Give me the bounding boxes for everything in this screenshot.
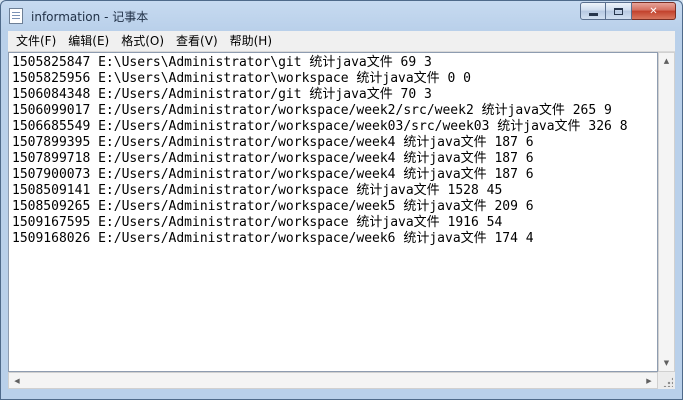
notepad-icon[interactable] [9,8,23,24]
notepad-window: information - 记事本 ✕ 文件(F) 编辑(E) 格式(O) 查看… [0,0,683,400]
menu-format[interactable]: 格式(O) [115,31,170,51]
text-line: 1506685549 E:/Users/Administrator/worksp… [12,119,628,134]
scroll-left-icon[interactable]: ◀ [9,373,25,388]
scroll-up-icon[interactable]: ▲ [659,53,674,69]
text-line: 1505825847 E:\Users\Administrator\git 统计… [12,55,432,70]
text-line: 1507899395 E:/Users/Administrator/worksp… [12,135,534,150]
resize-corner[interactable] [658,372,675,389]
maximize-button[interactable] [606,2,632,20]
menu-view[interactable]: 查看(V) [170,31,224,51]
menu-help[interactable]: 帮助(H) [224,31,278,51]
text-content[interactable]: 1505825847 E:\Users\Administrator\git 统计… [9,53,657,247]
menu-file[interactable]: 文件(F) [10,31,62,51]
menu-bar: 文件(F) 编辑(E) 格式(O) 查看(V) 帮助(H) [8,31,675,52]
text-line: 1507899718 E:/Users/Administrator/worksp… [12,151,534,166]
scroll-right-icon[interactable]: ▶ [641,373,657,388]
scroll-down-icon[interactable]: ▼ [659,355,674,371]
minimize-icon [588,12,598,16]
text-line: 1508509141 E:/Users/Administrator/worksp… [12,183,503,198]
text-line: 1507900073 E:/Users/Administrator/worksp… [12,167,534,182]
text-line: 1505825956 E:\Users\Administrator\worksp… [12,71,471,86]
text-line: 1509167595 E:/Users/Administrator/worksp… [12,215,503,230]
resize-grip-icon[interactable] [663,377,673,387]
text-line: 1509168026 E:/Users/Administrator/worksp… [12,231,534,246]
text-line: 1506084348 E:/Users/Administrator/git 统计… [12,87,432,102]
minimize-button[interactable] [580,2,606,20]
text-line: 1506099017 E:/Users/Administrator/worksp… [12,103,612,118]
close-button[interactable]: ✕ [632,2,676,20]
horizontal-scrollbar[interactable]: ◀ ▶ [8,372,658,389]
caption-buttons: ✕ [580,2,676,21]
text-line: 1508509265 E:/Users/Administrator/worksp… [12,199,534,214]
title-bar[interactable]: information - 记事本 ✕ [1,1,682,31]
menu-edit[interactable]: 编辑(E) [62,31,115,51]
window-title: information - 记事本 [31,10,149,24]
maximize-icon [614,7,623,15]
text-editor[interactable]: 1505825847 E:\Users\Administrator\git 统计… [8,52,658,372]
vertical-scrollbar[interactable]: ▲ ▼ [658,52,675,372]
close-icon: ✕ [649,5,658,17]
